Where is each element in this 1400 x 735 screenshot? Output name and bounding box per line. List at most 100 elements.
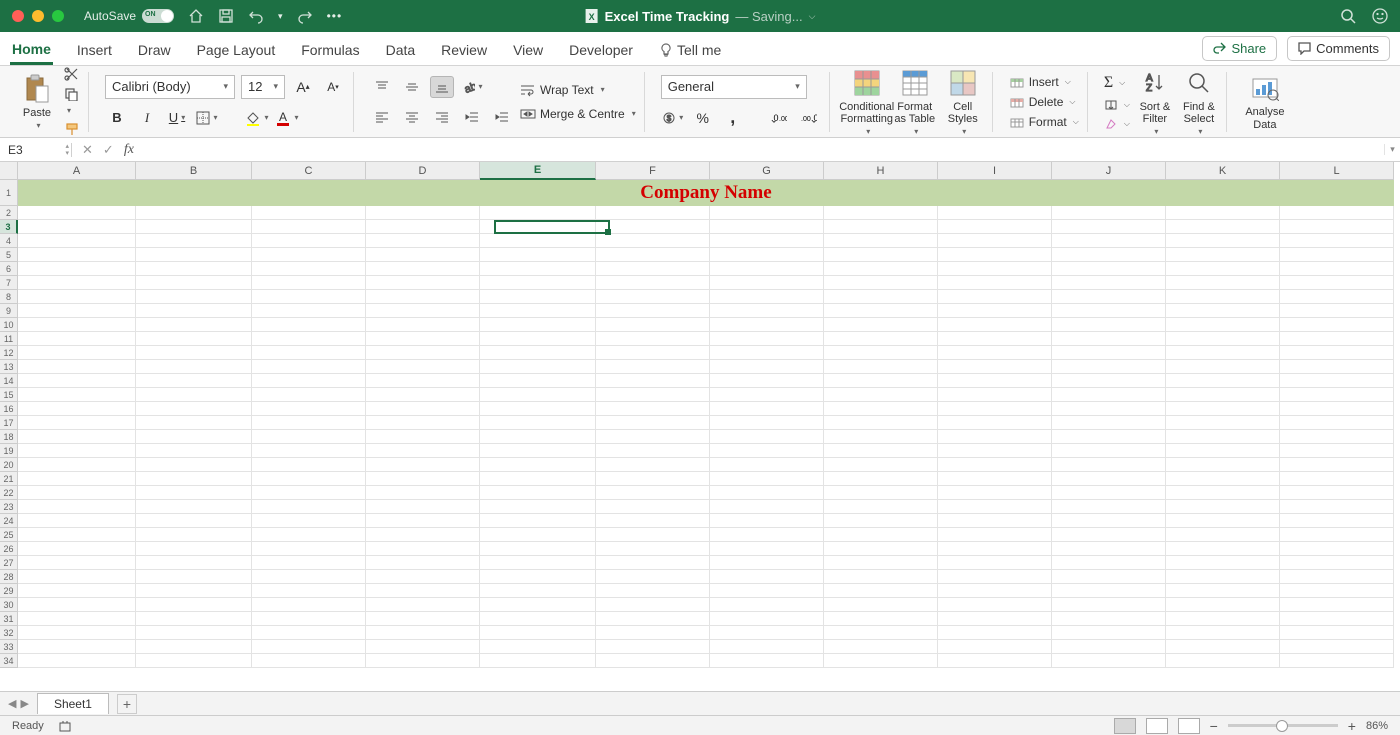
row-header[interactable]: 6 (0, 262, 18, 276)
cell[interactable] (252, 500, 366, 514)
zoom-level[interactable]: 86% (1366, 720, 1388, 732)
cell[interactable] (366, 248, 480, 262)
select-all-corner[interactable] (0, 162, 18, 180)
cell[interactable] (366, 654, 480, 668)
cell[interactable] (480, 430, 596, 444)
cell[interactable] (596, 430, 710, 444)
cell[interactable] (938, 514, 1052, 528)
cell[interactable] (252, 332, 366, 346)
cell[interactable] (938, 444, 1052, 458)
cell[interactable] (1280, 304, 1394, 318)
cell[interactable] (18, 304, 136, 318)
tab-page-layout[interactable]: Page Layout (195, 35, 278, 65)
cell[interactable] (824, 304, 938, 318)
cell[interactable] (480, 598, 596, 612)
tab-insert[interactable]: Insert (75, 35, 114, 65)
cell[interactable] (480, 570, 596, 584)
cell[interactable] (1052, 444, 1166, 458)
cell[interactable] (824, 640, 938, 654)
cell[interactable] (1052, 374, 1166, 388)
row-header[interactable]: 29 (0, 584, 18, 598)
cell[interactable] (136, 374, 252, 388)
decrease-indent-icon[interactable] (460, 106, 484, 128)
cell[interactable] (1052, 612, 1166, 626)
cell[interactable] (1280, 374, 1394, 388)
cell[interactable] (18, 640, 136, 654)
cell[interactable] (18, 584, 136, 598)
cell[interactable] (824, 388, 938, 402)
next-sheet-icon[interactable]: ▶ (20, 697, 28, 710)
cell[interactable] (1280, 290, 1394, 304)
copy-icon[interactable] (64, 87, 80, 116)
row-header[interactable]: 21 (0, 472, 18, 486)
cell[interactable] (938, 332, 1052, 346)
cell[interactable] (480, 556, 596, 570)
cell[interactable] (366, 626, 480, 640)
cell[interactable] (938, 388, 1052, 402)
cell[interactable] (18, 514, 136, 528)
cell[interactable] (18, 402, 136, 416)
cell[interactable] (1052, 458, 1166, 472)
column-header[interactable]: G (710, 162, 824, 180)
cell[interactable] (710, 528, 824, 542)
cell[interactable] (824, 444, 938, 458)
cell[interactable] (938, 402, 1052, 416)
cell[interactable] (1280, 318, 1394, 332)
cell[interactable] (366, 430, 480, 444)
cell[interactable] (480, 346, 596, 360)
cell[interactable] (1280, 276, 1394, 290)
cell[interactable] (1280, 444, 1394, 458)
cell[interactable] (136, 332, 252, 346)
cell[interactable] (480, 416, 596, 430)
cell[interactable] (1166, 626, 1280, 640)
cell[interactable] (824, 430, 938, 444)
cell[interactable] (1166, 276, 1280, 290)
cell[interactable] (136, 500, 252, 514)
cell[interactable] (824, 360, 938, 374)
cell[interactable] (366, 584, 480, 598)
tab-review[interactable]: Review (439, 35, 489, 65)
cell[interactable] (366, 416, 480, 430)
cell[interactable] (18, 346, 136, 360)
cell[interactable] (596, 318, 710, 332)
cell[interactable] (710, 206, 824, 220)
cell[interactable] (480, 444, 596, 458)
cell[interactable] (938, 416, 1052, 430)
cell[interactable] (252, 612, 366, 626)
cell[interactable] (252, 598, 366, 612)
cell[interactable] (938, 640, 1052, 654)
cell[interactable] (252, 248, 366, 262)
cell[interactable] (252, 570, 366, 584)
cell[interactable] (1166, 402, 1280, 416)
accept-formula-icon[interactable]: ✓ (103, 142, 114, 158)
cell[interactable] (824, 598, 938, 612)
cell[interactable] (1166, 472, 1280, 486)
cell[interactable] (710, 332, 824, 346)
page-layout-view-icon[interactable] (1146, 718, 1168, 734)
cell[interactable] (1052, 416, 1166, 430)
tab-data[interactable]: Data (384, 35, 418, 65)
cell[interactable] (938, 472, 1052, 486)
cell[interactable] (1280, 234, 1394, 248)
cell[interactable] (1166, 444, 1280, 458)
format-painter-icon[interactable] (64, 122, 80, 136)
cell[interactable] (824, 290, 938, 304)
cell[interactable] (480, 374, 596, 388)
cell[interactable] (1052, 248, 1166, 262)
formula-input[interactable] (144, 138, 1384, 161)
cell[interactable] (1166, 388, 1280, 402)
cell[interactable] (1052, 346, 1166, 360)
cell[interactable] (1052, 598, 1166, 612)
cell[interactable] (252, 542, 366, 556)
cell[interactable] (1166, 262, 1280, 276)
column-header[interactable]: K (1166, 162, 1280, 180)
cell[interactable] (938, 430, 1052, 444)
cell[interactable] (1280, 556, 1394, 570)
format-cells-button[interactable]: Format⌵ (1009, 113, 1079, 131)
close-window-button[interactable] (12, 10, 24, 22)
cell[interactable] (1166, 304, 1280, 318)
cell[interactable] (18, 528, 136, 542)
cell[interactable] (938, 556, 1052, 570)
cell[interactable] (480, 528, 596, 542)
cell[interactable] (1280, 514, 1394, 528)
